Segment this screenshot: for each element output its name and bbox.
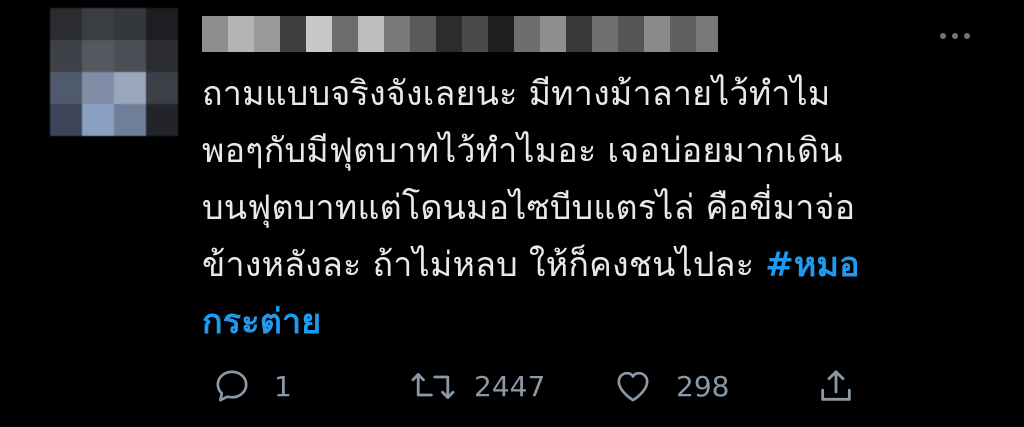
more-icon[interactable] [935, 26, 975, 46]
retweet-count: 2447 [474, 369, 546, 403]
avatar[interactable] [50, 8, 178, 136]
reply-button[interactable]: 1 [212, 360, 292, 412]
reply-count: 1 [274, 369, 292, 403]
tweet-text-line: กระต่าย [202, 294, 982, 351]
tweet-text-line: พอๆกับมีฟุตบาทไว้ทำไมอะ เจอบ่อยมากเดิน [202, 131, 843, 171]
hashtag-link-continued[interactable]: กระต่าย [202, 302, 321, 342]
like-button[interactable]: 298 [612, 360, 729, 412]
hashtag-link[interactable]: #หมอ [765, 245, 860, 285]
tweet-text-line-content: ข้างหลังละ ถ้าไม่หลบ ให้ก็คงชนไปละ [202, 245, 755, 285]
tweet-text-line: ข้างหลังละ ถ้าไม่หลบ ให้ก็คงชนไปละ #หมอ [202, 237, 982, 294]
reply-icon [212, 366, 252, 406]
retweet-icon [410, 366, 456, 406]
share-button[interactable] [816, 360, 856, 412]
tweet-text-line: บนฟุตบาทแต่โดนมอไซบีบแตรไล่ คือขี่มาจ่อ [202, 188, 856, 228]
like-count: 298 [676, 369, 730, 403]
tweet-card[interactable]: ถามแบบจริงจังเลยนะ มีทางม้าลายไว้ทำไม พอ… [0, 0, 1024, 427]
username-blurred[interactable] [202, 16, 718, 52]
retweet-button[interactable]: 2447 [410, 360, 545, 412]
tweet-text-line: ถามแบบจริงจังเลยนะ มีทางม้าลายไว้ทำไม [202, 74, 831, 114]
like-icon [612, 366, 654, 406]
tweet-text: ถามแบบจริงจังเลยนะ มีทางม้าลายไว้ทำไม พอ… [202, 66, 982, 351]
share-icon [816, 366, 856, 406]
action-bar: 1 2447 298 [0, 360, 1024, 412]
